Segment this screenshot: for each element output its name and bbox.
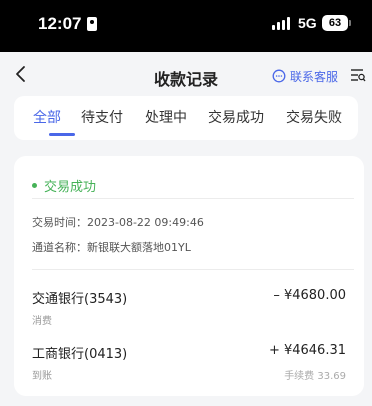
signal-icon — [272, 17, 292, 30]
tab-success[interactable]: 交易成功 — [208, 107, 264, 127]
transaction-status: 交易成功 — [32, 176, 96, 195]
tab-processing[interactable]: 处理中 — [145, 107, 187, 127]
active-tab-indicator — [49, 133, 75, 136]
tab-all[interactable]: 全部 — [33, 107, 61, 127]
payer-type: 消费 — [32, 316, 52, 327]
status-time: 12:07 — [38, 14, 82, 33]
payee-bank: 工商银行(0413) — [32, 347, 128, 362]
contact-service-button[interactable]: 联系客服 — [272, 67, 338, 85]
status-bar: 12:07 5G 63 — [0, 0, 372, 52]
payer-amount: – ¥4680.00 — [273, 288, 346, 303]
transaction-status-label: 交易成功 — [44, 180, 97, 195]
channel-name: 通道名称：新银联大额落地01YL — [32, 241, 191, 254]
tab-failed[interactable]: 交易失败 — [286, 107, 342, 127]
divider — [32, 269, 354, 270]
status-dot-icon — [32, 183, 37, 188]
payee-type: 到账 — [32, 371, 52, 382]
battery-icon: 63 — [322, 15, 351, 31]
status-tabs: 全部 待支付 处理中 交易成功 交易失败 — [14, 96, 358, 140]
divider — [32, 198, 354, 199]
tab-pending[interactable]: 待支付 — [81, 107, 123, 127]
fee-amount: 手续费 33.69 — [284, 371, 346, 382]
transaction-card[interactable]: 交易成功 交易时间：2023-08-22 09:49:46 通道名称：新银联大额… — [14, 156, 364, 396]
contact-service-label: 联系客服 — [290, 69, 339, 84]
chat-bubble-icon — [272, 69, 286, 83]
nav-header: 收款记录 联系客服 — [0, 52, 372, 100]
payee-amount: + ¥4646.31 — [268, 343, 346, 358]
network-type: 5G — [298, 15, 317, 31]
transaction-time: 交易时间：2023-08-22 09:49:46 — [32, 216, 204, 229]
filter-list-icon[interactable] — [350, 67, 366, 83]
payer-bank: 交通银行(3543) — [32, 292, 128, 307]
id-card-icon — [87, 17, 97, 31]
